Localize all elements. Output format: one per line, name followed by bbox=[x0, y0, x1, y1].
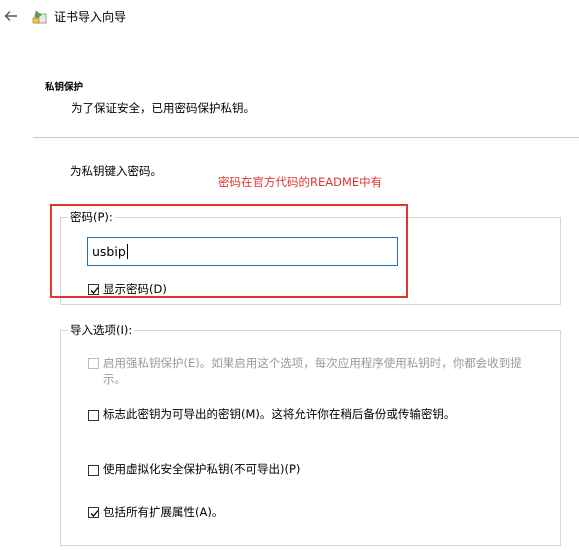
extended-properties-checkbox[interactable] bbox=[88, 507, 99, 518]
annotation-highlight-box bbox=[50, 204, 408, 298]
certificate-import-wizard: 证书导入向导 私钥保护 为了保证安全，已用密码保护私钥。 为私钥键入密码。 密码… bbox=[0, 0, 579, 550]
section-divider bbox=[33, 137, 579, 138]
import-options-legend: 导入选项(I): bbox=[68, 323, 135, 337]
section-heading: 私钥保护 bbox=[45, 82, 84, 93]
exportable-key-checkbox[interactable] bbox=[88, 410, 99, 421]
section-description: 为了保证安全，已用密码保护私钥。 bbox=[71, 101, 255, 115]
exportable-key-label[interactable]: 标志此密钥为可导出的密钥(M)。这将允许你在稍后备份或传输密钥。 bbox=[103, 407, 455, 422]
back-arrow-icon[interactable] bbox=[4, 9, 18, 23]
virtualization-protection-label[interactable]: 使用虚拟化安全保护私钥(不可导出)(P) bbox=[103, 462, 300, 477]
strong-protection-checkbox[interactable] bbox=[88, 358, 99, 369]
wizard-title: 证书导入向导 bbox=[54, 10, 127, 24]
strong-protection-label-line1: 启用强私钥保护(E)。如果启用这个选项，每次应用程序使用私钥时，你都会收到提 bbox=[103, 356, 522, 370]
virtualization-protection-checkbox[interactable] bbox=[88, 465, 99, 476]
annotation-note: 密码在官方代码的README中有 bbox=[218, 175, 383, 189]
extended-properties-label[interactable]: 包括所有扩展属性(A)。 bbox=[103, 505, 223, 520]
password-prompt: 为私钥键入密码。 bbox=[70, 164, 162, 178]
certificate-wizard-icon bbox=[32, 10, 47, 24]
checkmark-icon bbox=[90, 510, 99, 517]
strong-protection-label-line2: 示。 bbox=[103, 372, 126, 386]
